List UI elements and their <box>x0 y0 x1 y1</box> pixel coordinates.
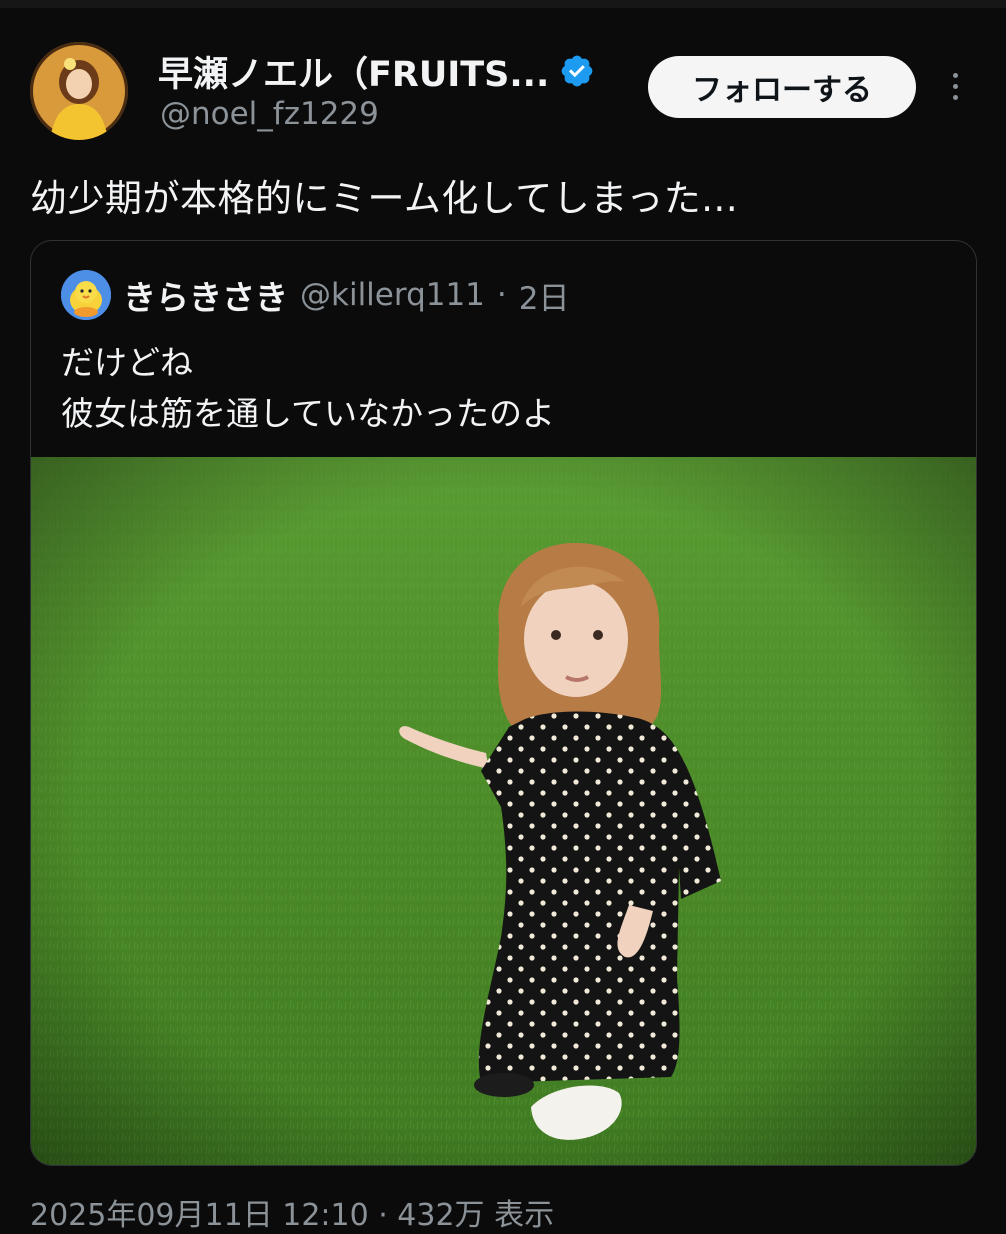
author-handle[interactable]: @noel_fz1229 <box>160 96 379 132</box>
author-name-row: 早瀬ノエル（FRUITS... <box>158 46 595 96</box>
post: 早瀬ノエル（FRUITS... @noel_fz1229 フォローする 幼少期が… <box>0 8 1006 1233</box>
quoted-post-header: きらきさき @killerq111 · 2日 <box>61 267 570 323</box>
quoted-post-text: だけどね 彼女は筋を通していなかったのよ <box>61 337 555 439</box>
quoted-post-photo[interactable] <box>31 457 976 1165</box>
quoted-post-time[interactable]: 2日 <box>519 273 570 318</box>
post-meta: 2025年09月11日 12:10 · 432万 表示 <box>30 1198 555 1233</box>
quoted-text-line: だけどね <box>61 343 193 382</box>
quoted-separator: · <box>496 277 507 313</box>
quoted-author-name[interactable]: きらきさき <box>123 271 288 319</box>
photo-child-on-grass <box>31 457 976 1165</box>
quoted-author-handle[interactable]: @killerq111 <box>300 277 485 313</box>
post-text: 幼少期が本格的にミーム化してしまった... <box>30 177 739 220</box>
verified-badge-icon <box>561 55 593 87</box>
quoted-author-avatar[interactable] <box>61 270 111 320</box>
more-vertical-icon[interactable] <box>940 64 970 108</box>
more-dot <box>952 72 958 78</box>
more-dot <box>952 83 958 89</box>
quoted-avatar-image <box>61 270 111 320</box>
top-divider <box>0 0 1006 8</box>
author-avatar[interactable] <box>30 42 128 140</box>
avatar-image <box>30 42 128 140</box>
quoted-text-line: 彼女は筋を通していなかったのよ <box>61 394 556 433</box>
follow-button[interactable]: フォローする <box>648 56 916 118</box>
quoted-post-card[interactable]: きらきさき @killerq111 · 2日 だけどね 彼女は筋を通していなかっ… <box>30 240 977 1166</box>
author-display-name[interactable]: 早瀬ノエル（FRUITS... <box>158 46 549 97</box>
more-dot <box>952 94 958 100</box>
